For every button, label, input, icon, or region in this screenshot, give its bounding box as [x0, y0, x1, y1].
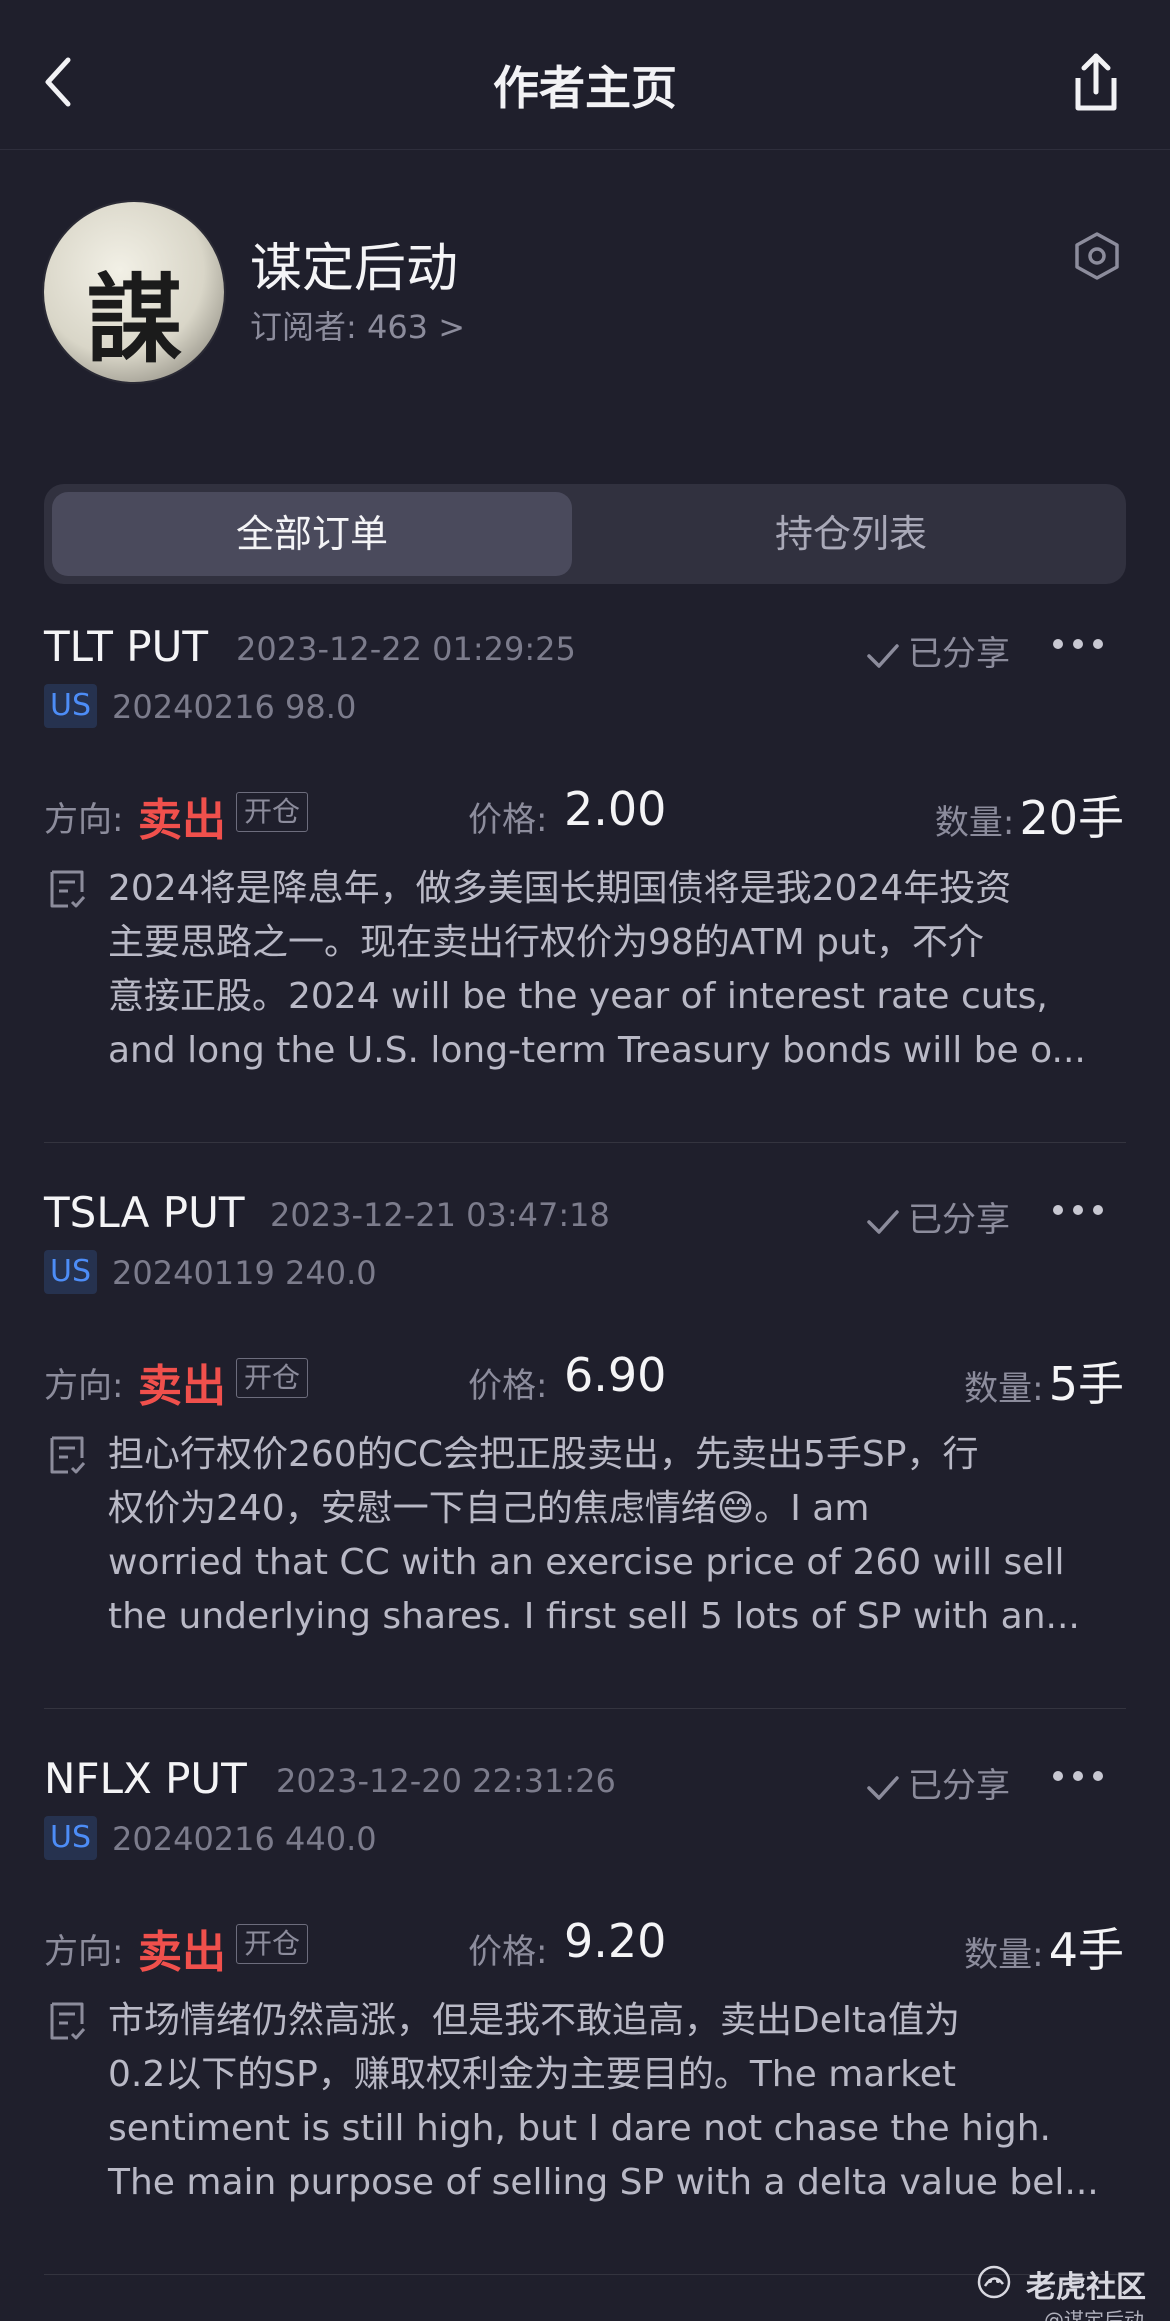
note-icon: [48, 2000, 88, 2044]
shared-status: 已分享: [866, 1192, 1010, 1241]
direction-label: 方向:: [44, 1932, 124, 1972]
order-time: 2023-12-22 01:29:25: [236, 630, 576, 668]
divider: [44, 2274, 1126, 2275]
open-position-tag: 开仓: [236, 1358, 309, 1398]
price-value: 2.00: [564, 782, 667, 836]
more-icon: [1053, 1205, 1103, 1215]
checkmark-icon: [867, 1775, 899, 1800]
shared-status: 已分享: [866, 1758, 1010, 1807]
order-card[interactable]: TLT PUT 2023-12-22 01:29:25 已分享 US 20240…: [0, 622, 1170, 1188]
quantity: 数量: 4手: [964, 1914, 1124, 1980]
quantity-label: 数量:: [934, 803, 1015, 843]
quantity: 数量: 20手: [935, 782, 1124, 848]
price-label: 价格:: [468, 1932, 548, 1972]
contract-info: 20240216 440.0: [112, 1820, 377, 1858]
order-note[interactable]: 市场情绪仍然高涨，但是我不敢追高，卖出Delta值为 0.2以下的SP，赚取权利…: [108, 1994, 1128, 2210]
share-icon: [1075, 53, 1117, 111]
watermark: 老虎社区 @谋定后动: [976, 2260, 1156, 2321]
order-symbol: TLT PUT: [44, 622, 209, 671]
avatar[interactable]: 謀: [44, 202, 224, 382]
tab-all-orders[interactable]: 全部订单: [52, 492, 572, 576]
direction-value: 卖出: [138, 1361, 226, 1412]
checkmark-icon: [867, 1209, 899, 1234]
avatar-glyph: 謀: [86, 263, 182, 376]
tab-bar: 全部订单 持仓列表: [44, 484, 1126, 584]
market-badge: US: [44, 1250, 98, 1294]
quantity-value: 4手: [1048, 1923, 1124, 1977]
page-title: 作者主页: [493, 61, 677, 115]
note-icon: [48, 868, 88, 912]
shared-label: 已分享: [908, 1200, 1010, 1240]
top-bar: 作者主页: [0, 0, 1170, 150]
watermark-user: @谋定后动: [1044, 2308, 1144, 2321]
divider: [44, 1708, 1126, 1709]
shared-label: 已分享: [908, 634, 1010, 674]
open-position-tag: 开仓: [236, 792, 309, 832]
more-options-button[interactable]: [1050, 1190, 1106, 1230]
shared-label: 已分享: [908, 1766, 1010, 1806]
order-note[interactable]: 2024将是降息年，做多美国长期国债将是我2024年投资 主要思路之一。现在卖出…: [108, 862, 1128, 1078]
subscriber-count-link[interactable]: 订阅者: 463 >: [250, 302, 465, 348]
more-options-button[interactable]: [1050, 1756, 1106, 1796]
quantity-value: 5手: [1048, 1357, 1124, 1411]
author-name: 谋定后动: [250, 239, 459, 299]
order-card[interactable]: NFLX PUT 2023-12-20 22:31:26 已分享 US 2024…: [0, 1754, 1170, 2320]
market-badge: US: [44, 684, 98, 728]
price-value: 9.20: [564, 1914, 667, 1968]
more-icon: [1053, 639, 1103, 649]
open-position-tag: 开仓: [236, 1924, 309, 1964]
direction-value: 卖出: [138, 1927, 226, 1978]
quantity-label: 数量:: [964, 1935, 1044, 1975]
tiger-logo-icon: [977, 2265, 1011, 2299]
market-badge: US: [44, 1816, 98, 1860]
price-label: 价格:: [468, 800, 548, 840]
divider: [44, 1142, 1126, 1143]
order-card[interactable]: TSLA PUT 2023-12-21 03:47:18 已分享 US 2024…: [0, 1188, 1170, 1754]
more-options-button[interactable]: [1050, 624, 1106, 664]
direction-value: 卖出: [138, 795, 226, 846]
shared-status: 已分享: [866, 626, 1010, 675]
quantity-value: 20手: [1019, 791, 1124, 845]
order-symbol: TSLA PUT: [44, 1188, 245, 1237]
quantity-label: 数量:: [964, 1369, 1044, 1409]
contract-info: 20240216 98.0: [112, 688, 357, 726]
price-value: 6.90: [564, 1348, 667, 1402]
watermark-brand: 老虎社区: [1026, 2270, 1146, 2305]
direction-label: 方向:: [44, 800, 124, 840]
more-icon: [1053, 1771, 1103, 1781]
tab-positions[interactable]: 持仓列表: [584, 492, 1118, 576]
quantity: 数量: 5手: [964, 1348, 1124, 1414]
order-note[interactable]: 担心行权价260的CC会把正股卖出，先卖出5手SP，行 权价为240，安慰一下自…: [108, 1428, 1128, 1644]
share-button[interactable]: [1066, 50, 1126, 116]
price-label: 价格:: [468, 1366, 548, 1406]
note-icon: [48, 1434, 88, 1478]
contract-info: 20240119 240.0: [112, 1254, 377, 1292]
hexagon-settings-icon: [1075, 232, 1119, 280]
direction-label: 方向:: [44, 1366, 124, 1406]
order-time: 2023-12-21 03:47:18: [270, 1196, 610, 1234]
settings-button[interactable]: [1072, 230, 1122, 282]
author-profile: 謀 谋定后动 订阅者: 463 >: [0, 150, 1170, 480]
order-symbol: NFLX PUT: [44, 1754, 247, 1803]
checkmark-icon: [867, 643, 899, 668]
order-time: 2023-12-20 22:31:26: [276, 1762, 616, 1800]
